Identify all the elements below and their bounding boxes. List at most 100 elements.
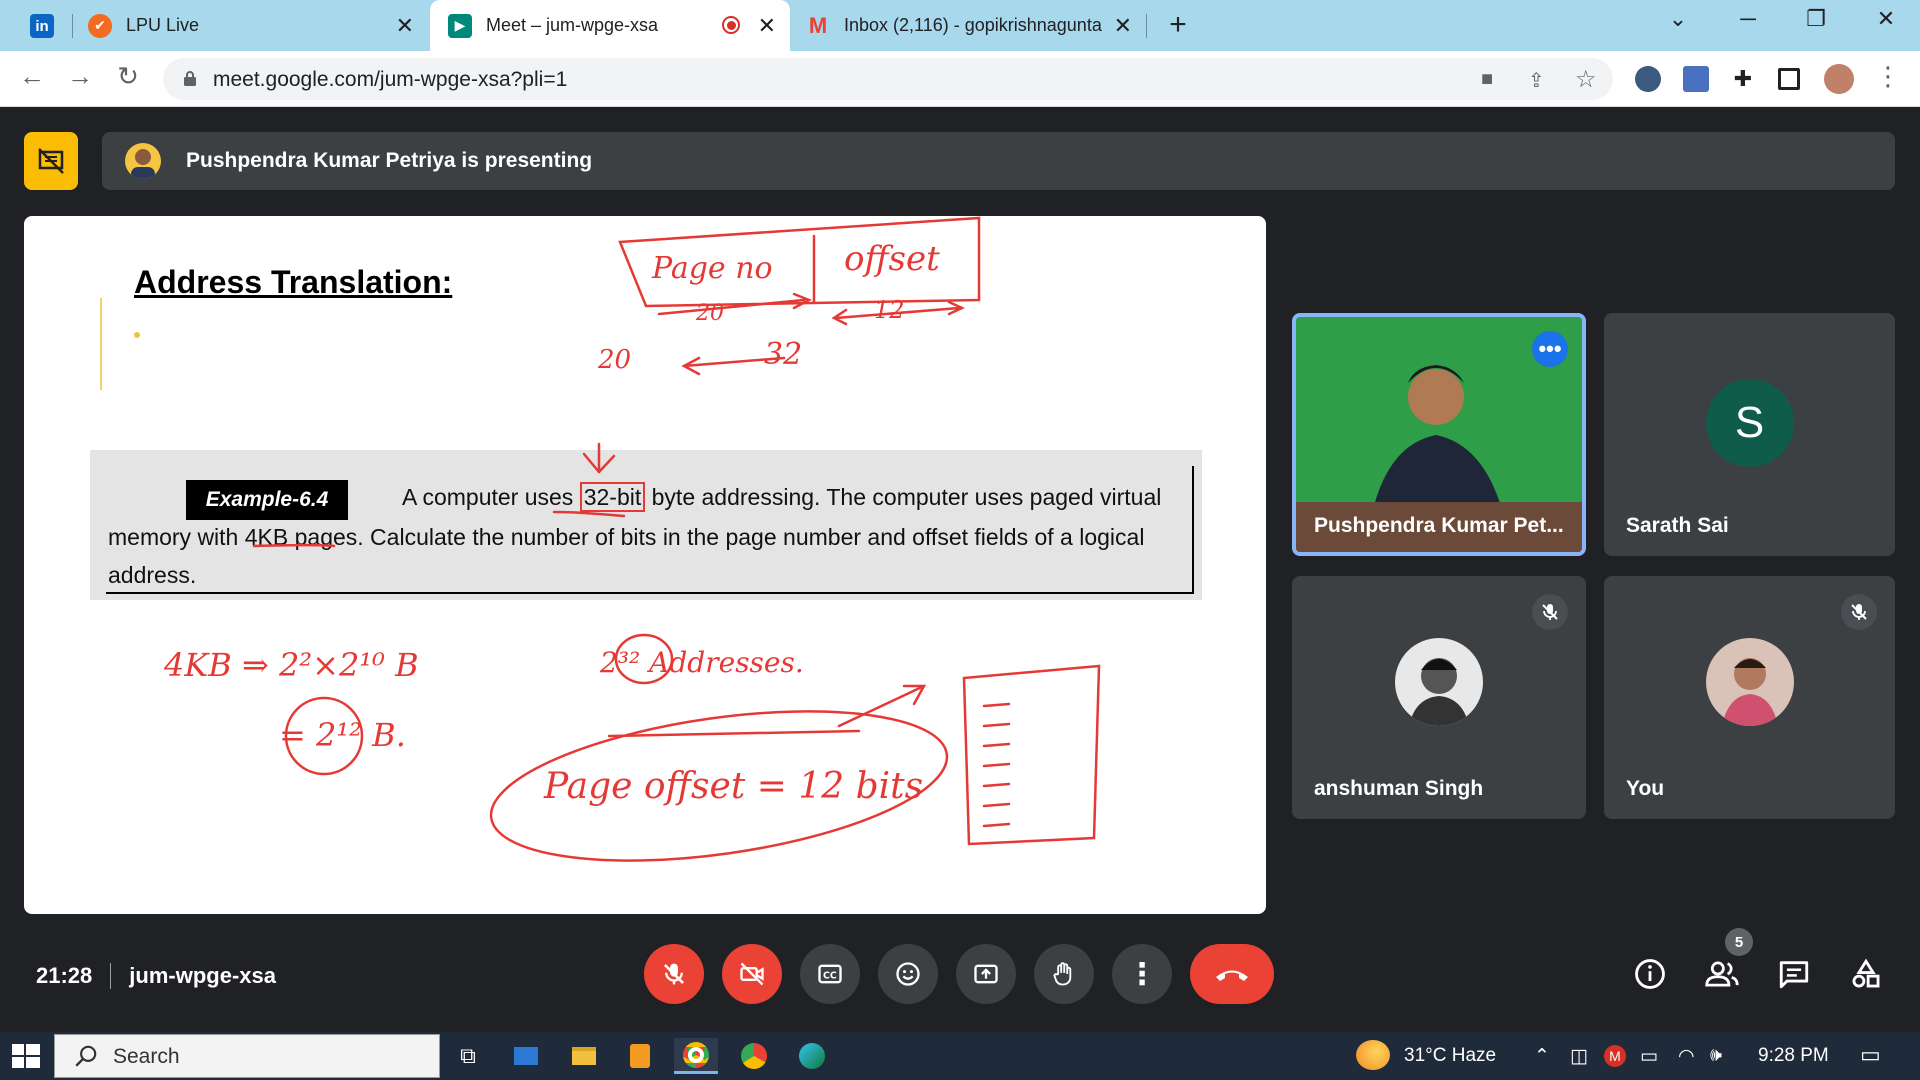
present-screen-icon	[974, 964, 998, 984]
microphone-toggle-button[interactable]	[644, 944, 704, 1004]
meeting-code: jum-wpge-xsa	[129, 963, 276, 988]
chrome-menu-icon[interactable]: ⋮	[1870, 61, 1906, 92]
show-hidden-icons[interactable]: ⌃	[1534, 1045, 1550, 1068]
file-explorer-icon[interactable]	[562, 1038, 606, 1074]
weather-icon[interactable]	[1356, 1040, 1390, 1070]
presentation-off-icon	[38, 148, 64, 174]
participant-count-badge: 5	[1725, 928, 1753, 956]
reload-icon[interactable]: ↻	[110, 61, 146, 92]
extension-window-icon[interactable]	[1683, 66, 1709, 92]
back-icon[interactable]: ←	[14, 61, 50, 92]
example-label: Example-6.4	[186, 480, 348, 520]
battery-icon[interactable]: ▭	[1640, 1045, 1658, 1068]
participant-tile-sarath[interactable]: S Sarath Sai	[1604, 313, 1895, 556]
chat-button[interactable]	[1774, 954, 1814, 994]
browser-tab-strip: in ✔ LPU Live ✕ ▶ Meet – jum-wpge-xsa ✕ …	[0, 0, 1920, 51]
url-text: meet.google.com/jum-wpge-xsa?pli=1	[213, 68, 568, 91]
participant-tile-presenter[interactable]: ••• Pushpendra Kumar Pet...	[1292, 313, 1586, 556]
ink-32: 32	[764, 337, 802, 372]
sublime-text-icon[interactable]	[618, 1038, 662, 1074]
stop-presenting-view-button[interactable]	[24, 132, 78, 190]
share-icon[interactable]: ⇪	[1528, 68, 1545, 93]
tab-lpu-live[interactable]: ✔ LPU Live ✕	[88, 0, 428, 51]
ink-page-no: Page no	[651, 251, 773, 286]
close-icon[interactable]: ✕	[396, 13, 414, 39]
slide-decor-line	[100, 298, 102, 390]
windows-start-icon[interactable]	[10, 1042, 42, 1070]
extensions-puzzle-icon[interactable]: ✚	[1730, 66, 1756, 92]
participant-name: Pushpendra Kumar Pet...	[1314, 514, 1564, 537]
meeting-time: 21:28	[36, 963, 93, 988]
meeting-details-button[interactable]	[1630, 954, 1670, 994]
tab-search-icon[interactable]: ⌄	[1658, 6, 1698, 32]
leave-call-button[interactable]	[1190, 944, 1274, 1004]
activities-button[interactable]	[1846, 954, 1886, 994]
people-button[interactable]	[1702, 954, 1742, 994]
linkedin-icon[interactable]: in	[30, 14, 54, 38]
more-options-button[interactable]: ⋮	[1112, 944, 1172, 1004]
forward-icon[interactable]: →	[62, 61, 98, 92]
meet-tray-icon[interactable]: ◫	[1570, 1045, 1588, 1068]
lock-icon	[184, 71, 196, 86]
close-window-button[interactable]: ✕	[1866, 6, 1906, 32]
extension-cursor-icon[interactable]	[1635, 66, 1661, 92]
tab-title: Meet – jum-wpge-xsa	[486, 15, 659, 35]
clock-time[interactable]: 9:28 PM	[1758, 1045, 1829, 1067]
tab-title: Inbox (2,116) - gopikrishnagunta	[844, 15, 1102, 35]
more-options-icon[interactable]: •••	[1532, 331, 1568, 367]
chrome-taskbar-icon[interactable]	[674, 1038, 718, 1074]
notifications-icon[interactable]: ▭	[1860, 1042, 1881, 1068]
participant-tile-anshuman[interactable]: anshuman Singh	[1292, 576, 1586, 819]
raise-hand-button[interactable]	[1034, 944, 1094, 1004]
mic-off-icon	[1841, 594, 1877, 630]
close-icon[interactable]: ✕	[758, 13, 776, 39]
avatar-initial: S	[1734, 397, 1765, 447]
participant-name: You	[1626, 777, 1665, 800]
search-placeholder: Search	[113, 1045, 180, 1068]
mic-off-icon	[663, 963, 685, 985]
side-panel-icon[interactable]	[1778, 68, 1800, 90]
tab-meet[interactable]: ▶ Meet – jum-wpge-xsa ✕	[430, 0, 790, 51]
presenting-banner: Pushpendra Kumar Petriya is presenting	[102, 132, 1895, 190]
close-icon[interactable]: ✕	[1114, 13, 1132, 39]
camera-toggle-button[interactable]	[722, 944, 782, 1004]
tab-title: LPU Live	[126, 15, 200, 35]
camera-off-icon	[740, 962, 764, 986]
mail-app-icon[interactable]	[504, 1038, 548, 1074]
ink-page-offset: Page offset = 12 bits	[543, 766, 923, 807]
ink-addresses: 2³² Addresses.	[599, 646, 804, 679]
search-icon	[75, 1045, 97, 1067]
captions-button[interactable]: CC	[800, 944, 860, 1004]
info-icon	[1635, 959, 1665, 989]
avatar	[1705, 637, 1794, 726]
chrome-profile-taskbar-icon[interactable]	[732, 1038, 776, 1074]
camera-icon[interactable]: ■	[1481, 68, 1493, 91]
mic-off-icon	[1532, 594, 1568, 630]
address-bar[interactable]: meet.google.com/jum-wpge-xsa?pli=1 ■ ⇪ ☆	[163, 58, 1613, 100]
more-vert-icon: ⋮	[1127, 957, 1157, 991]
reactions-button[interactable]	[878, 944, 938, 1004]
weather-text[interactable]: 31°C Haze	[1404, 1045, 1496, 1067]
volume-icon[interactable]: 🕪	[1710, 1045, 1722, 1067]
edge-taskbar-icon[interactable]	[790, 1038, 834, 1074]
example-text-3: address.	[108, 562, 197, 588]
activities-icon	[1852, 958, 1880, 988]
tab-gmail[interactable]: M Inbox (2,116) - gopikrishnagunta ✕	[806, 0, 1146, 51]
bookmark-star-icon[interactable]: ☆	[1575, 65, 1597, 94]
presenter-avatar	[125, 143, 161, 179]
participant-tile-you[interactable]: You	[1604, 576, 1895, 819]
present-now-button[interactable]	[956, 944, 1016, 1004]
wifi-icon[interactable]: ◠	[1678, 1045, 1695, 1068]
taskbar-search[interactable]: Search	[54, 1034, 440, 1078]
ink-offset: offset	[844, 239, 940, 279]
windows-taskbar: Search ⧉ 31°C Haze ⌃ ◫ M ▭ ◠ 🕪 9:28 PM ▭	[0, 1032, 1920, 1080]
recording-icon	[722, 16, 740, 34]
ink-20: 20	[597, 345, 631, 375]
new-tab-button[interactable]: +	[1160, 8, 1196, 42]
profile-avatar[interactable]	[1824, 64, 1854, 94]
task-view-icon[interactable]: ⧉	[446, 1038, 490, 1074]
minimize-button[interactable]: ─	[1728, 6, 1768, 32]
gmail-tray-icon[interactable]: M	[1604, 1045, 1626, 1067]
hand-icon	[1053, 962, 1072, 986]
restore-button[interactable]: ❐	[1796, 6, 1836, 32]
